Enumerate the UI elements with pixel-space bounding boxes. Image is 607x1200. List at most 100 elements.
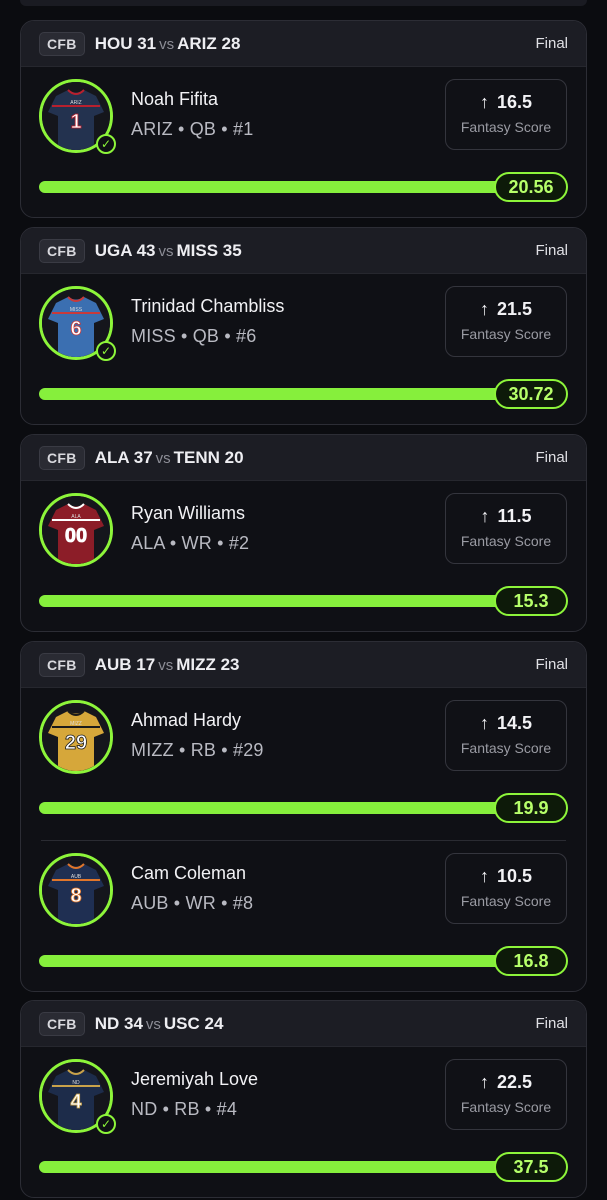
away-score: 43 xyxy=(136,240,156,260)
result-badge: 16.8 xyxy=(494,946,568,976)
arrow-up-icon: ↑ xyxy=(480,506,490,526)
game-header: CFB UGA 43 vs MISS 35 Final xyxy=(21,228,586,274)
home-score: 28 xyxy=(221,33,241,53)
player-row-inner: ARIZ 1 ✓ Noah Fifita ARIZ • QB • #1 ↑ 16.5 Fant… xyxy=(21,67,586,217)
player-name: Ahmad Hardy xyxy=(131,710,242,730)
away-score: 31 xyxy=(137,33,157,53)
player-meta: MISS • QB • #6 xyxy=(131,326,257,346)
progress-bar: 30.72 xyxy=(39,379,568,409)
jersey-number: 00 xyxy=(65,525,87,547)
player-avatar: ALA 00 xyxy=(39,493,113,567)
away-team: UGA xyxy=(94,240,132,260)
player-name: Noah Fifita xyxy=(131,89,219,109)
player-name: Ryan Williams xyxy=(131,503,246,523)
player-name: Jeremiyah Love xyxy=(131,1069,259,1089)
stat-label: Fantasy Score xyxy=(460,893,552,909)
line-value: 21.5 xyxy=(496,299,533,319)
game-header: CFB ND 34 vs USC 24 Final xyxy=(21,1001,586,1047)
projection-line: ↑ 22.5 xyxy=(446,1072,566,1093)
player-row-inner: ND 4 ✓ Jeremiyah Love ND • RB • #4 ↑ 22.5 Fanta… xyxy=(21,1047,586,1197)
player-row[interactable]: AUB 8 Cam Coleman AUB • WR • #8 ↑ 10.5 Fantasy… xyxy=(39,840,568,991)
player-avatar: ARIZ 1 ✓ xyxy=(39,79,116,154)
game-status: Final xyxy=(535,242,568,259)
home-team: TENN xyxy=(173,447,220,467)
jersey-team-tag: MIZZ xyxy=(70,721,82,727)
matchup: ND 34 vs USC 24 xyxy=(95,1014,224,1034)
fantasy-score-box[interactable]: ↑ 10.5 Fantasy Score xyxy=(445,853,567,924)
progress-bar: 15.3 xyxy=(39,586,568,616)
home-team: USC xyxy=(163,1013,200,1033)
progress-fill xyxy=(39,1161,528,1173)
progress-fill xyxy=(39,181,528,193)
player-row-inner: MIZZ 29 Ahmad Hardy MIZZ • RB • #29 ↑ 14.5 Fan… xyxy=(21,688,586,840)
arrow-up-icon: ↑ xyxy=(479,713,489,733)
player-meta: ND • RB • #4 xyxy=(131,1099,238,1119)
fantasy-score-box[interactable]: ↑ 21.5 Fantasy Score xyxy=(445,286,567,357)
away-team: HOU xyxy=(94,33,133,53)
arrow-up-icon: ↑ xyxy=(479,92,489,112)
line-value: 10.5 xyxy=(496,866,533,886)
jersey-image: ALA 00 xyxy=(42,496,110,564)
stat-label: Fantasy Score xyxy=(460,533,552,549)
fantasy-score-box[interactable]: ↑ 11.5 Fantasy Score xyxy=(445,493,567,564)
fantasy-score-box[interactable]: ↑ 14.5 Fantasy Score xyxy=(445,700,567,771)
progress-bar: 19.9 xyxy=(39,793,568,823)
player-meta: MIZZ • RB • #29 xyxy=(131,740,264,760)
vs-label: vs xyxy=(158,242,174,260)
player-row[interactable]: ARIZ 1 ✓ Noah Fifita ARIZ • QB • #1 ↑ 16.5 Fant… xyxy=(21,67,586,217)
vs-label: vs xyxy=(155,449,171,467)
player-row[interactable]: ALA 00 Ryan Williams ALA • WR • #2 ↑ 11.5 Fant… xyxy=(21,481,586,631)
result-badge: 19.9 xyxy=(494,793,568,823)
game-card[interactable]: CFB ALA 37 vs TENN 20 Final ALA 00 Ryan William… xyxy=(20,434,587,632)
home-score: 24 xyxy=(204,1013,224,1033)
jersey-team-tag: ALA xyxy=(71,514,81,520)
check-icon: ✓ xyxy=(96,341,116,361)
fantasy-score-box[interactable]: ↑ 16.5 Fantasy Score xyxy=(445,79,567,150)
game-status: Final xyxy=(535,1015,568,1032)
player-row[interactable]: MISS 6 ✓ Trinidad Chambliss MISS • QB • #6 ↑ 2… xyxy=(21,274,586,424)
stat-label: Fantasy Score xyxy=(460,119,552,135)
player-row[interactable]: MIZZ 29 Ahmad Hardy MIZZ • RB • #29 ↑ 14.5 Fan… xyxy=(21,688,586,840)
result-badge: 37.5 xyxy=(494,1152,568,1182)
player-avatar: MIZZ 29 xyxy=(39,700,113,774)
vs-label: vs xyxy=(158,656,174,674)
jersey-team-tag: MISS xyxy=(70,307,83,313)
vs-label: vs xyxy=(145,1015,161,1033)
result-badge: 15.3 xyxy=(494,586,568,616)
home-score: 23 xyxy=(220,654,240,674)
progress-fill xyxy=(39,955,528,967)
jersey-image: AUB 8 xyxy=(42,856,110,924)
game-header: CFB ALA 37 vs TENN 20 Final xyxy=(21,435,586,481)
player-row-inner: AUB 8 Cam Coleman AUB • WR • #8 ↑ 10.5 Fantasy… xyxy=(21,841,586,991)
game-card[interactable]: CFB HOU 31 vs ARIZ 28 Final ARIZ 1 ✓ Noah Fifita… xyxy=(20,20,587,218)
game-card[interactable]: CFB ND 34 vs USC 24 Final ND 4 ✓ Jeremiyah Love N… xyxy=(20,1000,587,1198)
check-icon: ✓ xyxy=(96,134,116,154)
jersey-team-tag: ARIZ xyxy=(70,100,81,106)
player-avatar: ND 4 ✓ xyxy=(39,1059,116,1134)
league-badge: CFB xyxy=(39,445,85,470)
league-badge: CFB xyxy=(39,31,85,56)
game-card[interactable]: CFB UGA 43 vs MISS 35 Final MISS 6 ✓ Trinidad Ch… xyxy=(20,227,587,425)
projection-line: ↑ 10.5 xyxy=(446,866,566,887)
game-header: CFB HOU 31 vs ARIZ 28 Final xyxy=(21,21,586,67)
player-row[interactable]: ND 4 ✓ Jeremiyah Love ND • RB • #4 ↑ 22.5 Fanta… xyxy=(21,1047,586,1197)
result-badge: 30.72 xyxy=(494,379,568,409)
progress-bar: 16.8 xyxy=(39,946,568,976)
fantasy-score-box[interactable]: ↑ 22.5 Fantasy Score xyxy=(445,1059,567,1130)
league-badge: CFB xyxy=(39,652,85,677)
line-value: 11.5 xyxy=(497,506,532,526)
game-card[interactable]: CFB AUB 17 vs MIZZ 23 Final MIZZ 29 Ahmad Hardy… xyxy=(20,641,587,992)
stat-label: Fantasy Score xyxy=(460,1099,552,1115)
home-score: 20 xyxy=(224,447,244,467)
progress-bar: 37.5 xyxy=(39,1152,568,1182)
player-avatar: MISS 6 ✓ xyxy=(39,286,116,361)
away-team: AUB xyxy=(94,654,132,674)
player-avatar: AUB 8 xyxy=(39,853,113,927)
matchup: HOU 31 vs ARIZ 28 xyxy=(95,34,241,54)
jersey-number: 29 xyxy=(65,732,87,754)
player-row-inner: MISS 6 ✓ Trinidad Chambliss MISS • QB • #6 ↑ 2… xyxy=(21,274,586,424)
game-status: Final xyxy=(535,449,568,466)
jersey-image: MIZZ 29 xyxy=(42,703,110,771)
away-team: ALA xyxy=(94,447,129,467)
projection-line: ↑ 14.5 xyxy=(446,713,566,734)
